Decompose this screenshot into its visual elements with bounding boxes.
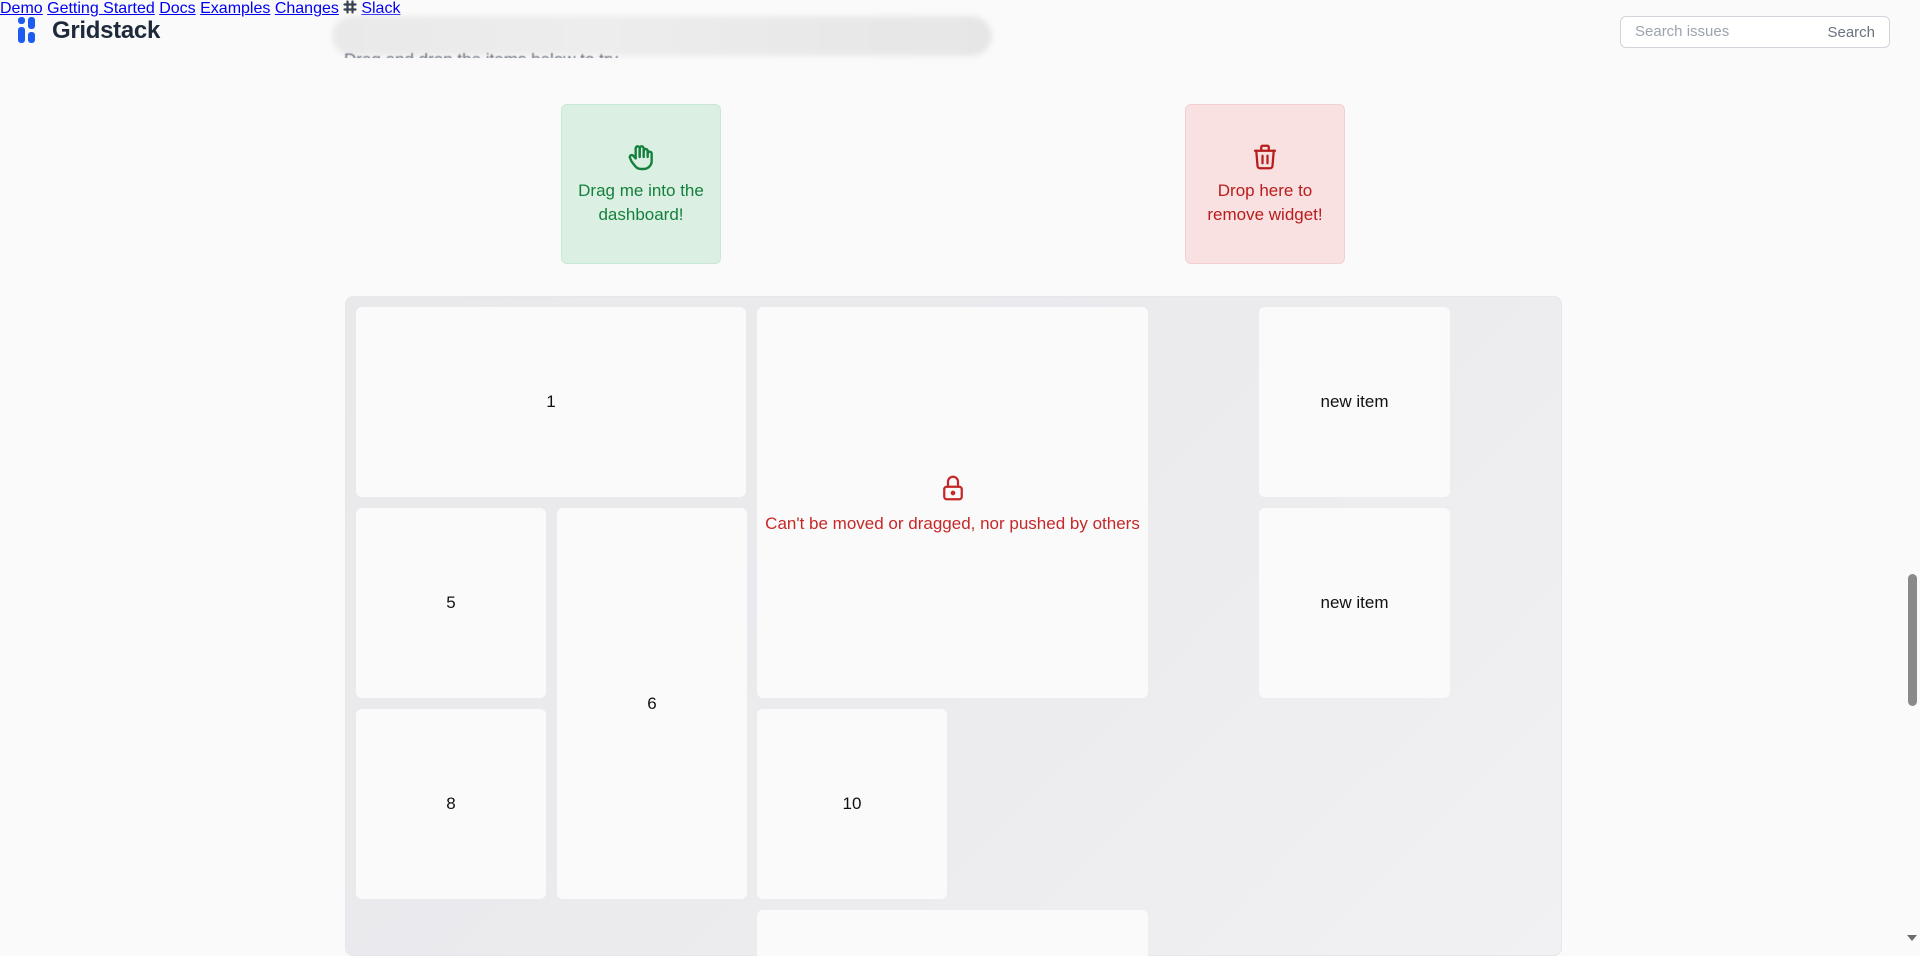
hand-icon [628, 145, 653, 171]
nav-demo[interactable]: Demo [0, 0, 43, 17]
nav-docs[interactable]: Docs [159, 0, 195, 17]
grid-item-locked: Can't be moved or dragged, nor pushed by… [757, 307, 1148, 698]
scroll-down-arrow-icon[interactable] [1907, 935, 1917, 941]
lock-icon [942, 475, 963, 500]
page-scrollbar[interactable] [1904, 0, 1920, 943]
nav-slack-label: Slack [361, 0, 401, 17]
grid-item-new-2[interactable]: new item [1259, 508, 1450, 698]
gridstack-dashboard: 1 Can't be moved or dragged, nor pushed … [345, 296, 1562, 956]
nav-examples[interactable]: Examples [200, 0, 270, 17]
grid-item-label: new item [1320, 392, 1389, 411]
nav-slack[interactable]: Slack [343, 0, 400, 17]
grid-item-5[interactable]: 5 [356, 508, 546, 698]
trash-icon [1253, 144, 1277, 170]
top-header: Gridstack Demo Getting Started Docs Exam… [0, 0, 1920, 64]
grid-item-new-1[interactable]: new item [1259, 307, 1450, 497]
search-button[interactable]: Search [1827, 24, 1875, 41]
drag-new-widget-card[interactable]: Drag me into the dashboard! [561, 104, 721, 264]
scrollbar-thumb[interactable] [1908, 574, 1917, 706]
brand-logo[interactable]: Gridstack [18, 17, 160, 45]
grid-item-label: 8 [446, 794, 456, 813]
grid-item-1[interactable]: 1 [356, 307, 746, 497]
grid-item-label: 5 [446, 593, 456, 612]
brand-name: Gridstack [52, 17, 161, 44]
gridstack-logo-icon [18, 17, 44, 45]
grid-item-label: new item [1320, 593, 1389, 612]
search-box: Search [1620, 16, 1890, 48]
nav-changes[interactable]: Changes [275, 0, 339, 17]
grid-item-partial[interactable] [757, 910, 1148, 956]
nav-getting-started[interactable]: Getting Started [47, 0, 155, 17]
grid-item-label: 10 [842, 794, 862, 813]
grid-item-label: 1 [546, 392, 556, 411]
grid-item-10[interactable]: 10 [757, 709, 947, 899]
drag-card-text: Drag me into the dashboard! [578, 181, 704, 224]
trash-card-text: Drop here to remove widget! [1207, 181, 1323, 224]
grid-item-6[interactable]: 6 [557, 508, 747, 899]
grid-item-label: 6 [647, 693, 657, 713]
grid-item-label: Can't be moved or dragged, nor pushed by… [765, 513, 1140, 533]
search-input[interactable] [1635, 23, 1815, 40]
trash-drop-zone[interactable]: Drop here to remove widget! [1185, 104, 1345, 264]
grid-item-8[interactable]: 8 [356, 709, 546, 899]
slack-icon [343, 0, 357, 14]
